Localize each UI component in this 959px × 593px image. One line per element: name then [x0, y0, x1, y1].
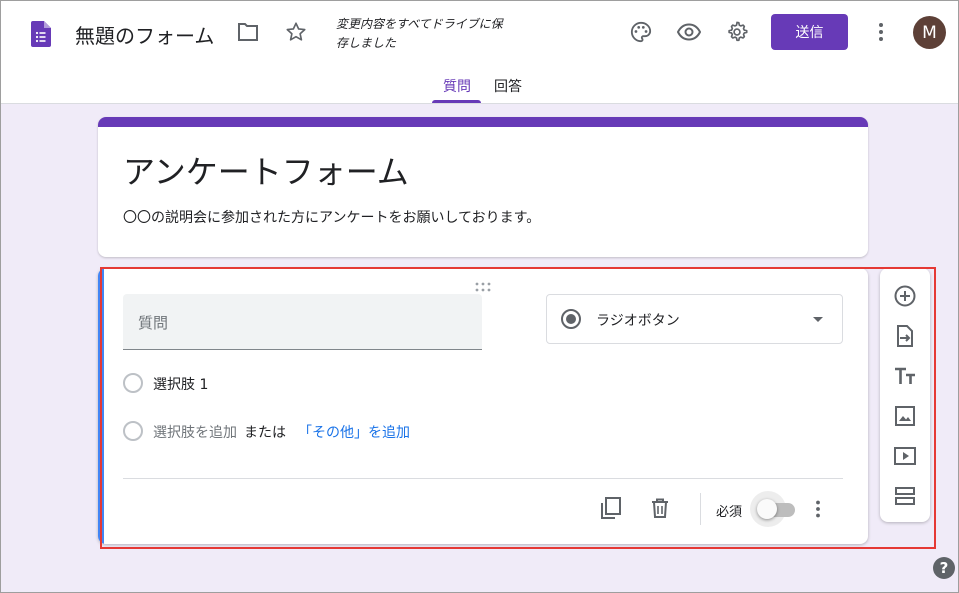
form-description[interactable]: 〇〇の説明会に参加された方にアンケートをお願いしております。	[123, 207, 540, 227]
option-1-label[interactable]: 選択肢 1	[153, 374, 208, 394]
add-question-icon[interactable]	[893, 284, 917, 308]
tab-questions[interactable]: 質問	[443, 76, 471, 96]
duplicate-icon[interactable]	[599, 496, 623, 520]
help-icon[interactable]: ?	[933, 557, 955, 579]
question-footer-divider	[123, 478, 843, 479]
footer-separator	[700, 493, 701, 525]
side-toolbar	[880, 268, 930, 522]
tab-responses[interactable]: 回答	[494, 76, 522, 96]
send-button[interactable]: 送信	[771, 14, 848, 50]
app-header: 無題のフォーム 変更内容をすべてドライブに保存しました 送信 M 質問 回答	[0, 0, 959, 104]
palette-icon[interactable]	[629, 20, 653, 44]
or-text: または	[244, 425, 286, 441]
question-active-indicator	[98, 268, 104, 544]
question-more-vert-icon[interactable]	[806, 497, 830, 521]
form-doc-icon[interactable]	[31, 21, 51, 47]
drag-handle-icon[interactable]	[474, 277, 492, 292]
title-card-accent	[98, 117, 868, 127]
add-option-radio-icon	[123, 421, 143, 441]
settings-gear-icon[interactable]	[725, 20, 749, 44]
radio-button-icon	[561, 309, 581, 329]
add-video-icon[interactable]	[893, 444, 917, 468]
option-radio-icon	[123, 373, 143, 393]
add-image-icon[interactable]	[893, 404, 917, 428]
add-section-icon[interactable]	[893, 484, 917, 508]
chevron-down-icon	[813, 317, 823, 322]
add-title-icon[interactable]	[893, 364, 917, 388]
delete-trash-icon[interactable]	[648, 496, 672, 520]
add-other-link[interactable]: 「その他」を追加	[298, 422, 410, 442]
doc-title[interactable]: 無題のフォーム	[75, 20, 214, 49]
required-label: 必須	[716, 505, 743, 520]
required-toggle-knob[interactable]	[757, 499, 777, 519]
form-title-card: アンケートフォーム 〇〇の説明会に参加された方にアンケートをお願いしております。	[98, 117, 868, 257]
avatar[interactable]: M	[913, 16, 946, 49]
more-vert-icon[interactable]	[869, 20, 893, 44]
folder-icon[interactable]	[236, 20, 260, 44]
question-title-input[interactable]: 質問	[123, 294, 482, 350]
import-questions-icon[interactable]	[893, 324, 917, 348]
question-card[interactable]: 質問 ラジオボタン 選択肢 1 選択肢を追加 または 「その他」を追加 必須	[98, 268, 868, 544]
save-status: 変更内容をすべてドライブに保存しました	[336, 17, 503, 50]
question-placeholder: 質問	[138, 314, 169, 332]
star-icon[interactable]	[284, 20, 308, 44]
preview-eye-icon[interactable]	[677, 20, 701, 44]
question-type-dropdown[interactable]: ラジオボタン	[546, 294, 843, 344]
form-title[interactable]: アンケートフォーム	[123, 147, 409, 193]
question-type-label: ラジオボタン	[596, 313, 680, 329]
add-option-link[interactable]: 選択肢を追加	[153, 422, 237, 442]
tab-active-indicator	[432, 100, 481, 103]
